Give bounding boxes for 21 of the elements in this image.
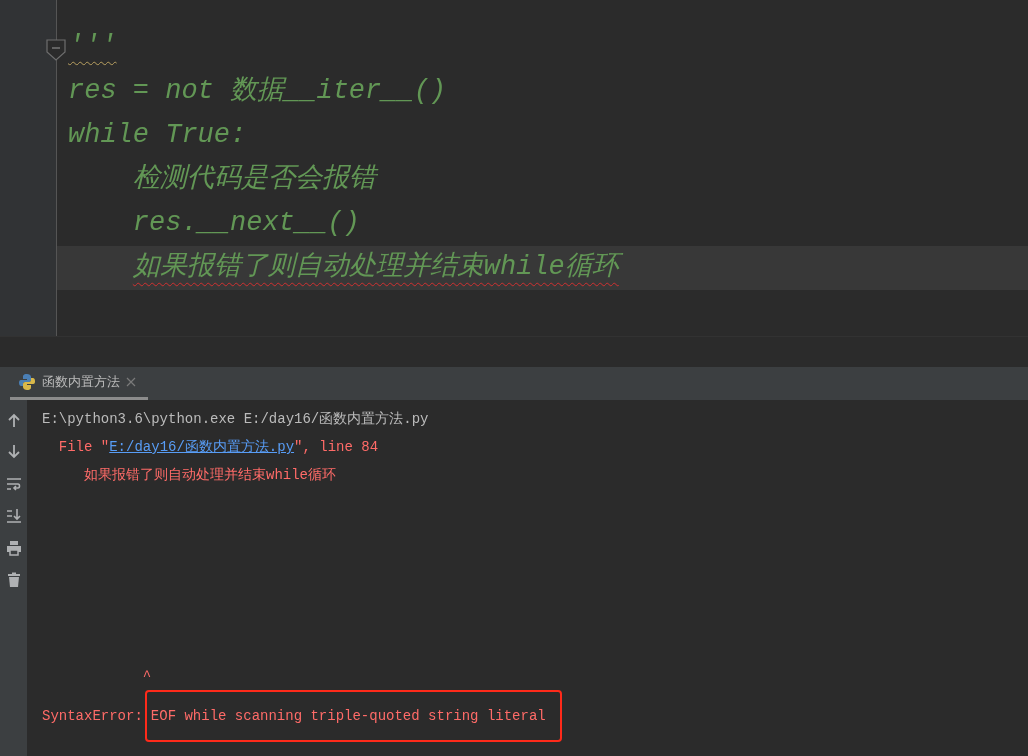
scroll-to-end-icon[interactable] <box>5 508 22 524</box>
wrap-icon[interactable] <box>5 476 22 492</box>
code-line: while True: <box>68 119 247 152</box>
code-line: res = not 数据__iter__() <box>68 75 447 108</box>
trash-icon[interactable] <box>5 572 22 588</box>
file-link[interactable]: E:/day16/函数内置方法.py <box>109 439 295 455</box>
console-text: File " <box>57 439 110 455</box>
console-text: 如果报错了则自动处理并结束while循环 <box>83 467 336 483</box>
console-text: SyntaxError: <box>42 708 143 724</box>
console-text: ^ <box>141 668 152 684</box>
print-icon[interactable] <box>5 540 22 556</box>
console-text: ", line 84 <box>294 439 379 455</box>
run-tab[interactable]: 函数内置方法 <box>10 367 148 400</box>
code-line: res.__next__() <box>132 207 360 240</box>
close-icon[interactable] <box>126 377 136 387</box>
code-line: ''' <box>68 29 117 63</box>
highlighted-output-text: EOF while scanning triple-quoted string literal <box>144 690 562 742</box>
fold-icon[interactable] <box>46 39 66 61</box>
python-icon <box>18 373 36 391</box>
console-text: E:\python3.6\python.exe E:/day16/函数内置方法.py <box>42 411 429 427</box>
down-arrow-icon[interactable] <box>5 444 22 460</box>
